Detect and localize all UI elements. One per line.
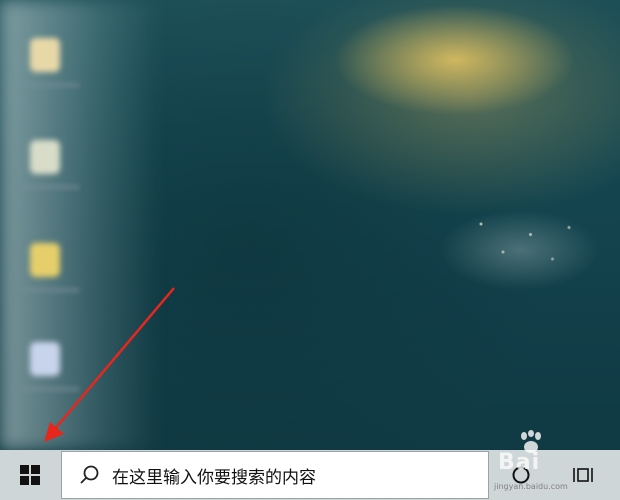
search-placeholder: 在这里输入你要搜索的内容 (112, 467, 316, 488)
task-view-button[interactable] (560, 450, 606, 500)
desktop-icon[interactable] (20, 243, 80, 303)
task-view-icon (573, 468, 593, 482)
windows-logo-icon (20, 465, 40, 485)
desktop-icon-label (20, 386, 80, 392)
desktop-icon-label (20, 82, 80, 88)
cortana-circle-icon (512, 466, 530, 484)
cortana-button[interactable] (498, 450, 544, 500)
blurred-desktop-icon (30, 243, 60, 277)
desktop-icon[interactable] (20, 140, 80, 200)
search-icon (80, 465, 99, 484)
taskbar: 在这里输入你要搜索的内容 (0, 450, 620, 500)
blurred-desktop-icon (30, 140, 60, 174)
start-button[interactable] (0, 450, 60, 500)
desktop-icon-label (20, 184, 80, 190)
blurred-desktop-icon (30, 38, 60, 72)
desktop-icon-label (20, 287, 80, 293)
wallpaper-sparkles (470, 210, 580, 280)
desktop-icon[interactable] (20, 38, 80, 98)
search-box[interactable]: 在这里输入你要搜索的内容 (61, 451, 489, 499)
blurred-desktop-icon (30, 342, 60, 376)
desktop-icon[interactable] (20, 342, 80, 402)
desktop-wallpaper: 在这里输入你要搜索的内容 Bai jingyan.baidu.com (0, 0, 620, 500)
